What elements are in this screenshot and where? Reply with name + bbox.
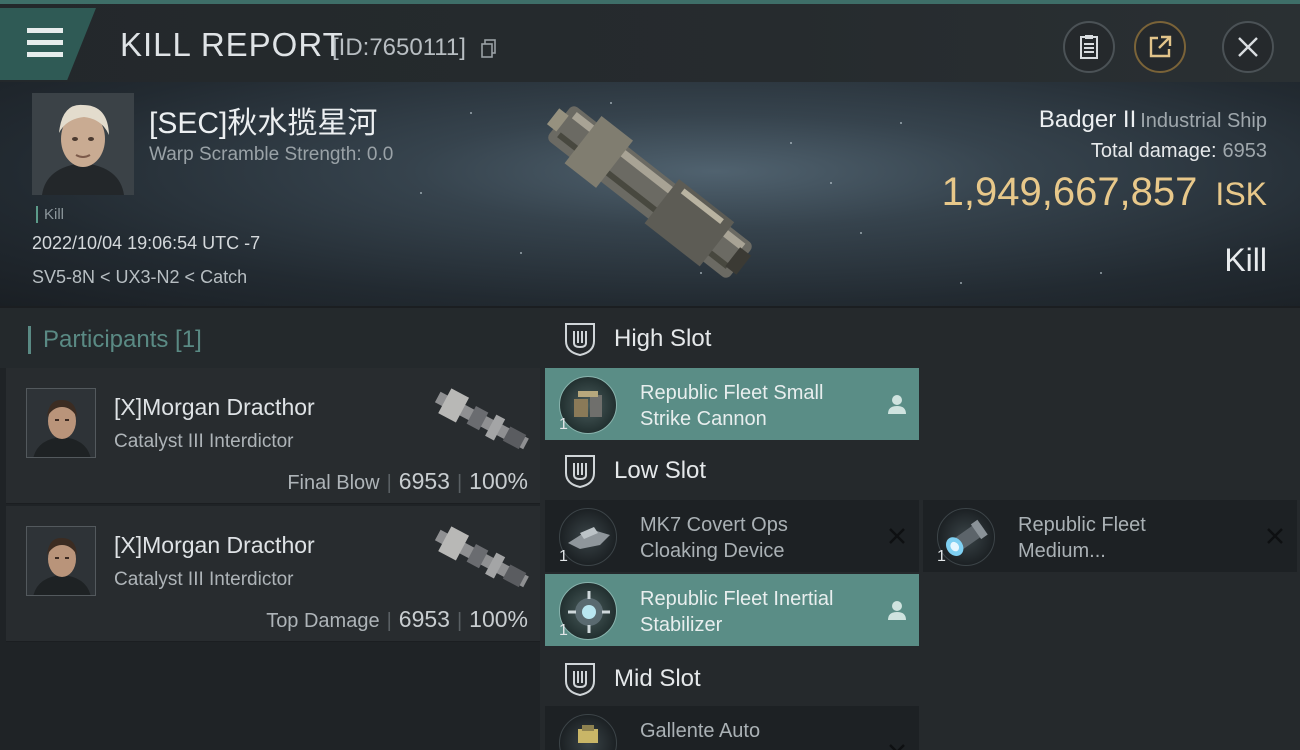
- isk-amount: 1,949,667,857: [941, 170, 1198, 214]
- participants-panel: Participants [1] [X]Morgan Dracthor Cata…: [0, 308, 540, 750]
- slot-icon: [565, 323, 595, 357]
- participant-role: Final Blow: [287, 472, 380, 494]
- module-name: Republic Fleet Medium...: [1018, 514, 1146, 562]
- module-icon: [559, 714, 617, 750]
- share-icon: [1149, 35, 1172, 58]
- victim-pilot-name[interactable]: [SEC]秋水揽星河: [149, 98, 377, 142]
- module-quantity: 1: [559, 548, 568, 565]
- pilot-icon: [888, 601, 906, 620]
- victim-ship-name: Badger II: [1038, 106, 1137, 133]
- module-quantity: 1: [559, 622, 568, 639]
- participant-percent: 100%: [469, 606, 528, 632]
- low-slot-title: Low Slot: [614, 457, 707, 484]
- total-damage-label: Total damage:: [1090, 140, 1217, 162]
- warp-scramble-strength: Warp Scramble Strength: 0.0: [149, 144, 394, 165]
- participant-name[interactable]: [X]Morgan Dracthor: [114, 394, 315, 421]
- menu-icon: [27, 28, 63, 64]
- participant-portrait[interactable]: [26, 526, 96, 596]
- participant-damage: 6953: [398, 606, 450, 632]
- isk-value: 1,949,667,857 ISK: [942, 170, 1267, 215]
- participant-name[interactable]: [X]Morgan Dracthor: [114, 532, 315, 559]
- participants-title: Participants [1]: [28, 326, 202, 354]
- module-item[interactable]: 1 Republic Fleet Medium...: [923, 500, 1297, 572]
- share-button[interactable]: [1134, 21, 1186, 73]
- low-slot-header: Low Slot: [545, 442, 919, 500]
- participant-stats: Top Damage | 6953 | 100%: [266, 606, 528, 632]
- participant-ship: Catalyst III Interdictor: [114, 431, 294, 452]
- close-icon: [1238, 37, 1258, 57]
- victim-ship-image[interactable]: [525, 92, 775, 292]
- module-item[interactable]: Gallente Auto: [545, 706, 919, 750]
- kill-location: SV5-8N < UX3-N2 < Catch: [32, 267, 248, 287]
- participant-stats: Final Blow | 6953 | 100%: [287, 468, 528, 494]
- close-button[interactable]: [1222, 21, 1274, 73]
- victim-summary: [SEC]秋水揽星河 Warp Scramble Strength: 0.0 K…: [0, 82, 1300, 306]
- participant-percent: 100%: [469, 468, 528, 494]
- kill-id: [ID:7650111]: [332, 34, 466, 61]
- participant-damage: 6953: [398, 468, 450, 494]
- victim-ship-class: Industrial Ship: [1140, 110, 1267, 132]
- page-title: KILL REPORT: [120, 26, 344, 63]
- participant-ship-image[interactable]: [426, 518, 536, 598]
- fitting-panel: High Slot 1 Republic Fleet Small Strike …: [540, 308, 1300, 750]
- menu-button[interactable]: [0, 8, 96, 80]
- victim-portrait[interactable]: [32, 93, 134, 195]
- module-item[interactable]: 1 MK7 Covert Ops Cloaking Device: [545, 500, 919, 572]
- participant-portrait[interactable]: [26, 388, 96, 458]
- participant-ship: Catalyst III Interdictor: [114, 569, 294, 590]
- module-quantity: 1: [937, 548, 946, 565]
- high-slot-title: High Slot: [614, 325, 712, 352]
- victim-ship[interactable]: Badger II Industrial Ship: [1039, 106, 1267, 134]
- participant-role: Top Damage: [266, 610, 380, 632]
- total-damage: Total damage: 6953: [1091, 140, 1267, 163]
- clipboard-icon: [1080, 35, 1098, 59]
- pilot-icon: [888, 395, 906, 414]
- module-name: Republic Fleet Inertial Stabilizer: [640, 588, 834, 636]
- participant-ship-image[interactable]: [426, 380, 536, 460]
- module-item[interactable]: 1 Republic Fleet Inertial Stabilizer: [545, 574, 919, 646]
- participant-row[interactable]: [X]Morgan Dracthor Catalyst III Interdic…: [6, 368, 540, 504]
- slot-icon: [565, 455, 595, 489]
- slot-icon: [565, 663, 595, 697]
- mid-slot-title: Mid Slot: [614, 665, 701, 692]
- participants-header: Participants [1]: [0, 308, 540, 368]
- kill-tag: Kill: [36, 206, 64, 223]
- module-quantity: 1: [559, 416, 568, 433]
- mid-slot-header: Mid Slot: [545, 650, 919, 708]
- module-name: Republic Fleet Small Strike Cannon: [640, 382, 824, 430]
- kill-date: 2022/10/04 19:06:54 UTC -7: [32, 233, 261, 253]
- kill-result: Kill: [1224, 242, 1267, 278]
- module-name: Gallente Auto: [640, 720, 761, 742]
- total-damage-value: 6953: [1222, 140, 1268, 162]
- destroyed-x-icon: [889, 528, 905, 544]
- isk-unit: ISK: [1215, 176, 1267, 212]
- high-slot-header: High Slot: [545, 310, 919, 368]
- module-item[interactable]: 1 Republic Fleet Small Strike Cannon: [545, 368, 919, 440]
- destroyed-x-icon: [889, 744, 905, 750]
- title-bar: KILL REPORT [ID:7650111]: [0, 0, 1300, 82]
- module-name: MK7 Covert Ops Cloaking Device: [640, 514, 788, 562]
- participant-row[interactable]: [X]Morgan Dracthor Catalyst III Interdic…: [6, 506, 540, 642]
- copy-icon[interactable]: [481, 39, 497, 59]
- destroyed-x-icon: [1267, 528, 1283, 544]
- clipboard-button[interactable]: [1063, 21, 1115, 73]
